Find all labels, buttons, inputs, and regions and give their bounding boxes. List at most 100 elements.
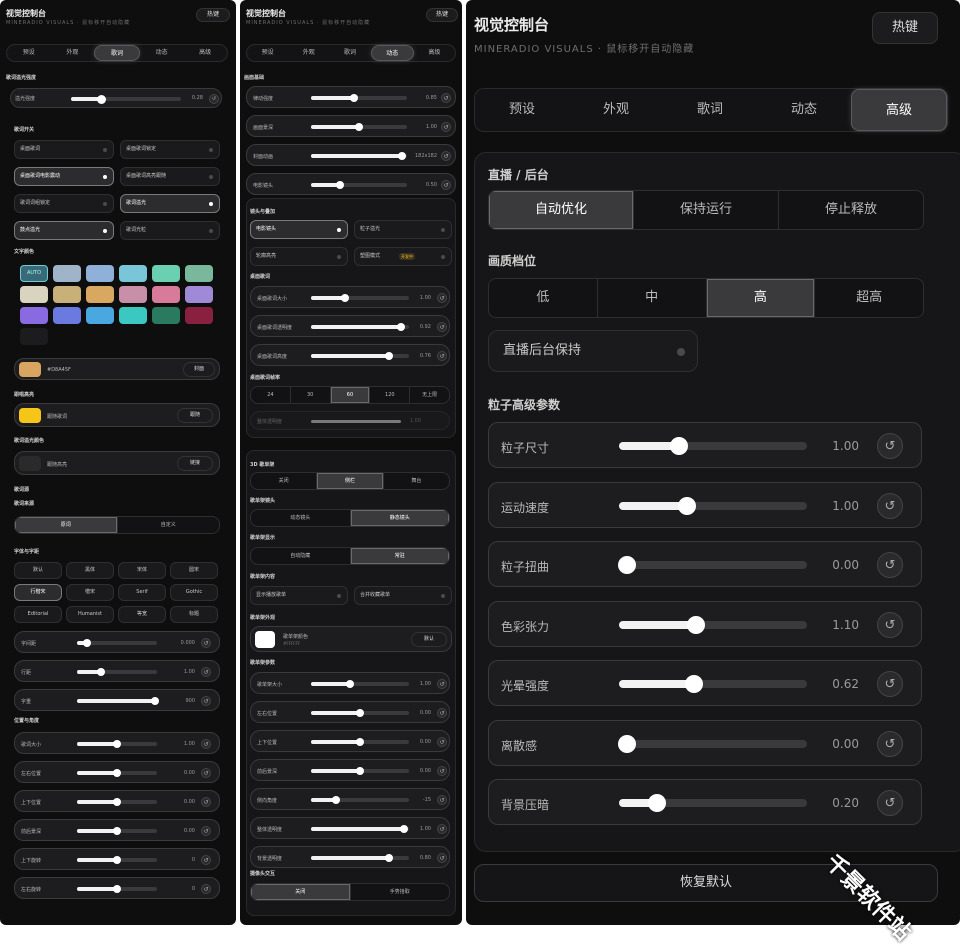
slider-knob[interactable] bbox=[341, 294, 350, 302]
tab-motion[interactable]: 动态 bbox=[757, 89, 851, 131]
color-swatch-3[interactable] bbox=[152, 265, 180, 282]
font-option-10[interactable]: 等宽 bbox=[118, 606, 166, 623]
shelf-mode-option-0[interactable]: 关闭 bbox=[251, 473, 318, 489]
slider-knob[interactable] bbox=[113, 798, 121, 806]
current-color-swatch[interactable] bbox=[19, 362, 41, 377]
slider-track[interactable] bbox=[77, 798, 157, 806]
shelf-color-swatch[interactable] bbox=[255, 631, 275, 648]
color-swatch-8[interactable] bbox=[119, 286, 147, 303]
font-option-8[interactable]: Editorial bbox=[14, 606, 62, 623]
reset-icon[interactable]: ↺ bbox=[441, 93, 451, 103]
color-swatch-2[interactable] bbox=[119, 265, 147, 282]
reset-icon[interactable]: ↺ bbox=[437, 853, 447, 863]
tab-appearance[interactable]: 外观 bbox=[288, 45, 329, 61]
slider-track[interactable] bbox=[311, 94, 407, 102]
tab-advanced[interactable]: 高级 bbox=[414, 45, 455, 61]
slider-knob[interactable] bbox=[151, 697, 160, 705]
source-original[interactable]: 原词 bbox=[15, 517, 118, 533]
slider-knob[interactable] bbox=[97, 94, 107, 104]
switch-3[interactable]: 桌面歌词高亮跟随 bbox=[120, 167, 220, 186]
reset-icon[interactable]: ↺ bbox=[437, 708, 447, 718]
reset-icon[interactable]: ↺ bbox=[437, 795, 447, 805]
color-swatch-5[interactable] bbox=[20, 286, 48, 303]
switch-2[interactable]: 桌面歌词电影震动 bbox=[14, 167, 114, 186]
font-option-7[interactable]: Gothic bbox=[170, 584, 218, 601]
slider-knob[interactable] bbox=[356, 738, 364, 746]
cover-color-button[interactable]: 封面 bbox=[183, 362, 215, 377]
slider-knob[interactable] bbox=[350, 94, 359, 102]
link-button[interactable]: 链接 bbox=[177, 456, 213, 471]
slider-track[interactable] bbox=[619, 437, 807, 455]
live-keep-toggle[interactable]: 直播后台保持 bbox=[488, 330, 698, 372]
reset-icon[interactable]: ↺ bbox=[877, 730, 903, 757]
hotkey-button[interactable]: 热键 bbox=[872, 12, 938, 44]
camera-toggle-0[interactable]: 电影镜头 bbox=[250, 220, 348, 239]
color-swatch-16[interactable] bbox=[185, 307, 213, 324]
camera-toggle-2[interactable]: 轮廓高亮 bbox=[250, 247, 348, 266]
color-swatch-10[interactable] bbox=[185, 286, 213, 303]
slider-track[interactable] bbox=[619, 675, 807, 693]
slider-track[interactable] bbox=[311, 294, 409, 302]
font-option-3[interactable]: 圆宋 bbox=[170, 562, 218, 579]
glow-slider-track[interactable] bbox=[71, 94, 181, 104]
reset-icon[interactable]: ↺ bbox=[437, 737, 447, 747]
font-option-0[interactable]: 默认 bbox=[14, 562, 62, 579]
reset-icon[interactable]: ↺ bbox=[877, 492, 903, 519]
slider-track[interactable] bbox=[77, 885, 157, 893]
reset-icon[interactable]: ↺ bbox=[437, 293, 447, 303]
font-option-6[interactable]: Serif bbox=[118, 584, 166, 601]
slider-track[interactable] bbox=[311, 181, 407, 189]
color-swatch-14[interactable] bbox=[119, 307, 147, 324]
reset-icon[interactable]: ↺ bbox=[201, 667, 211, 677]
reset-icon[interactable]: ↺ bbox=[201, 739, 211, 749]
slider-knob[interactable] bbox=[113, 856, 121, 864]
slider-track[interactable] bbox=[619, 794, 807, 812]
content-toggle-1[interactable]: 合并收藏歌单 bbox=[354, 586, 452, 605]
reset-icon[interactable]: ↺ bbox=[437, 351, 447, 361]
slider-track[interactable] bbox=[311, 767, 409, 775]
slider-track[interactable] bbox=[77, 740, 157, 748]
switch-5[interactable]: 歌词溢光 bbox=[120, 194, 220, 213]
reset-icon[interactable]: ↺ bbox=[201, 797, 211, 807]
follow-color-swatch[interactable] bbox=[19, 408, 41, 423]
color-swatch-15[interactable] bbox=[152, 307, 180, 324]
slider-track[interactable] bbox=[311, 123, 407, 131]
tab-appearance[interactable]: 外观 bbox=[51, 45, 95, 61]
reset-icon[interactable]: ↺ bbox=[877, 671, 903, 697]
live-keep-running[interactable]: 保持运行 bbox=[634, 191, 779, 229]
tab-advanced[interactable]: 高级 bbox=[851, 89, 947, 131]
slider-knob[interactable] bbox=[397, 323, 406, 331]
tab-lyrics[interactable]: 歌词 bbox=[663, 89, 757, 131]
slider-knob[interactable] bbox=[670, 437, 689, 455]
slider-track[interactable] bbox=[311, 825, 409, 833]
slider-track[interactable] bbox=[77, 668, 157, 676]
slider-knob[interactable] bbox=[356, 709, 364, 717]
shelf-display-option-1[interactable]: 常驻 bbox=[350, 548, 449, 564]
color-swatch-1[interactable] bbox=[86, 265, 114, 282]
shelf-mode-option-1[interactable]: 侧栏 bbox=[317, 473, 384, 489]
shelf-camera-option-1[interactable]: 静态镜头 bbox=[350, 510, 449, 526]
tab-lyrics[interactable]: 歌词 bbox=[94, 45, 140, 61]
switch-7[interactable]: 歌词光粒 bbox=[120, 221, 220, 240]
color-swatch-13[interactable] bbox=[86, 307, 114, 324]
live-auto-optimize[interactable]: 自动优化 bbox=[489, 191, 634, 229]
fps-option-2[interactable]: 60 bbox=[330, 387, 371, 403]
reset-icon[interactable]: ↺ bbox=[437, 322, 447, 332]
font-option-5[interactable]: 楷宋 bbox=[66, 584, 114, 601]
source-custom[interactable]: 自定义 bbox=[118, 517, 220, 533]
font-option-11[interactable]: 标题 bbox=[170, 606, 218, 623]
fps-option-3[interactable]: 120 bbox=[370, 387, 411, 403]
reset-icon[interactable]: ↺ bbox=[877, 552, 903, 578]
slider-track[interactable] bbox=[619, 496, 807, 515]
quality-medium[interactable]: 中 bbox=[598, 279, 707, 317]
font-option-9[interactable]: Humanist bbox=[66, 606, 114, 623]
tab-motion[interactable]: 动态 bbox=[140, 45, 184, 61]
slider-knob[interactable] bbox=[617, 556, 636, 574]
slider-knob[interactable] bbox=[331, 796, 340, 804]
slider-track[interactable] bbox=[311, 152, 407, 160]
tab-advanced[interactable]: 高级 bbox=[183, 45, 227, 61]
switch-1[interactable]: 桌面歌词锁定 bbox=[120, 140, 220, 159]
font-option-1[interactable]: 黑体 bbox=[66, 562, 114, 579]
slider-track[interactable] bbox=[77, 769, 157, 777]
slider-knob[interactable] bbox=[677, 496, 696, 515]
